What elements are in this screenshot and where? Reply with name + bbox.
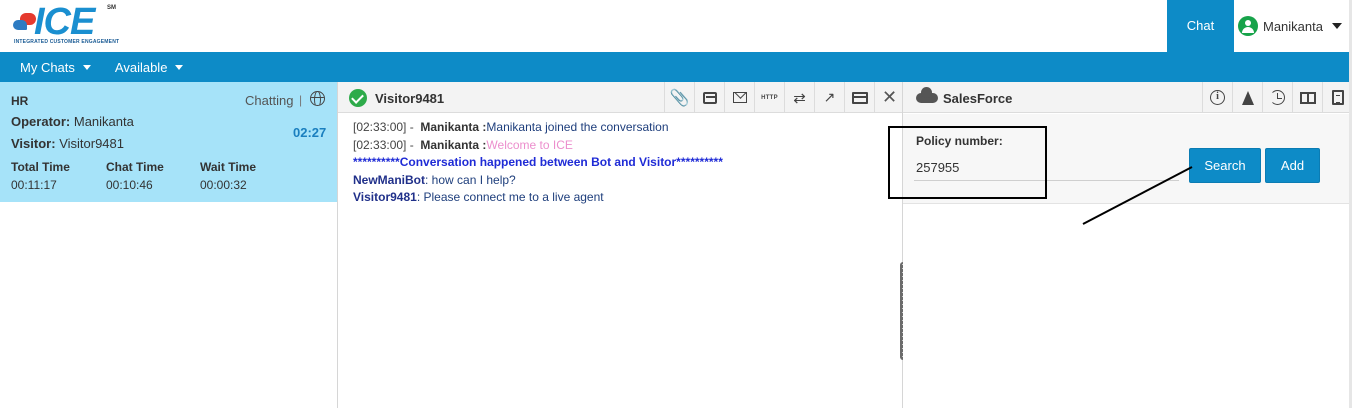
navigate-button[interactable] <box>1232 82 1262 113</box>
transcript-line: [02:33:00] - Manikanta :Welcome to ICE <box>353 137 893 155</box>
annotation-highlight-box <box>888 126 1047 199</box>
clipboard-icon <box>1331 90 1344 105</box>
user-name: Manikanta <box>1263 18 1323 34</box>
card-icon <box>851 91 868 104</box>
chevron-down-icon <box>1331 23 1342 29</box>
trend-button[interactable]: ↗ <box>814 82 844 113</box>
logo-bubble-blue <box>13 20 27 30</box>
chat-time-value: 00:10:46 <box>106 178 153 192</box>
transcript-line: **********Conversation happened between … <box>353 154 893 172</box>
status-separator: | <box>299 93 303 107</box>
total-time-value: 00:11:17 <box>11 178 57 192</box>
transcript-line: [02:33:00] - Manikanta :Manikanta joined… <box>353 119 893 137</box>
chat-time-label: Chat Time <box>106 160 164 174</box>
top-bar: ICE SM INTEGRATED CUSTOMER ENGAGEMENT Ch… <box>0 0 1352 52</box>
history-button[interactable] <box>1262 82 1292 113</box>
logo-sm-mark: SM <box>107 5 116 11</box>
chat-status: Chatting <box>245 93 294 108</box>
message-sender: Manikanta : <box>420 120 487 134</box>
nav-my-chats-label: My Chats <box>20 59 75 75</box>
salesforce-toolbar: i <box>1202 82 1352 113</box>
transfer-button[interactable]: ⇄ <box>784 82 814 113</box>
message-text: Welcome to ICE <box>486 137 573 152</box>
transcript: [02:33:00] - Manikanta :Manikanta joined… <box>353 119 893 207</box>
knowledge-base-button[interactable] <box>1292 82 1322 113</box>
operator-label: Operator: <box>11 114 71 129</box>
transfer-arrows-icon: ⇄ <box>793 89 806 107</box>
wait-time-label: Wait Time <box>200 160 257 174</box>
clipboard-button[interactable] <box>1322 82 1352 113</box>
list-icon <box>702 91 717 104</box>
message-text: : how can I help? <box>425 172 516 187</box>
message-sender: Visitor9481 <box>353 190 417 204</box>
chat-timer: 02:27 <box>293 125 327 140</box>
conversation-panel: Visitor9481 📎 HTTP ⇄ ↗ ✕ [02:33:00] - Ma… <box>338 82 903 408</box>
salesforce-title: SalesForce <box>943 91 1013 106</box>
conversation-header: Visitor9481 📎 HTTP ⇄ ↗ ✕ <box>338 82 902 113</box>
chat-card[interactable]: HR Chatting | Operator: Manikanta Visito… <box>0 82 337 202</box>
ice-logo[interactable]: ICE SM INTEGRATED CUSTOMER ENGAGEMENT <box>10 1 120 49</box>
total-time-label: Total Time <box>11 160 70 174</box>
user-menu[interactable]: Manikanta <box>1238 0 1348 52</box>
message-text: Manikanta joined the conversation <box>486 120 669 134</box>
info-icon: i <box>1210 90 1225 105</box>
transcript-line: Visitor9481: Please connect me to a live… <box>353 189 893 207</box>
add-button[interactable]: Add <box>1265 148 1320 183</box>
history-icon <box>1270 90 1285 105</box>
message-time: [02:33:00] - <box>353 137 414 152</box>
chat-tab[interactable]: Chat <box>1167 0 1234 52</box>
visitor-name: Visitor9481 <box>59 136 124 151</box>
transcript-line: NewManiBot: how can I help? <box>353 172 893 190</box>
canned-responses-button[interactable] <box>694 82 724 113</box>
logo-text: ICE <box>34 1 95 43</box>
chat-queue: HR <box>11 94 29 108</box>
chevron-down-icon <box>175 64 184 70</box>
chevron-down-icon <box>82 64 91 70</box>
info-button[interactable]: i <box>1202 82 1232 113</box>
paperclip-icon: 📎 <box>669 89 690 107</box>
close-conversation-button[interactable]: ✕ <box>874 82 904 113</box>
navigation-icon <box>1241 90 1254 105</box>
visitor-line: Visitor: Visitor9481 <box>11 136 124 151</box>
message-sender: NewManiBot <box>353 172 425 187</box>
operator-line: Operator: Manikanta <box>11 114 134 129</box>
mail-icon <box>732 92 747 103</box>
card-button[interactable] <box>844 82 874 113</box>
http-icon: HTTP <box>761 94 778 101</box>
nav-available[interactable]: Available <box>115 60 184 75</box>
conversation-title: Visitor9481 <box>375 91 445 106</box>
close-icon: ✕ <box>881 87 898 107</box>
user-status-icon <box>1238 16 1258 36</box>
cloud-icon <box>916 87 938 103</box>
wait-time-value: 00:00:32 <box>200 178 247 192</box>
nav-my-chats[interactable]: My Chats <box>20 60 91 75</box>
globe-icon[interactable] <box>310 91 325 106</box>
check-circle-icon <box>349 89 367 107</box>
annotation-arrow <box>1082 166 1193 225</box>
email-button[interactable] <box>724 82 754 113</box>
logo-tagline: INTEGRATED CUSTOMER ENGAGEMENT <box>14 39 120 45</box>
bot-history-banner: **********Conversation happened between … <box>353 155 723 169</box>
salesforce-header: SalesForce i <box>903 82 1349 113</box>
conversation-toolbar: 📎 HTTP ⇄ ↗ ✕ <box>664 82 904 113</box>
visitor-label: Visitor: <box>11 136 56 151</box>
trend-icon: ↗ <box>823 89 836 105</box>
book-icon <box>1299 91 1316 104</box>
chat-list-panel: HR Chatting | Operator: Manikanta Visito… <box>0 82 338 408</box>
operator-name: Manikanta <box>73 114 134 129</box>
message-sender: Manikanta : <box>420 137 487 152</box>
message-text: : Please connect me to a live agent <box>416 190 604 204</box>
nav-bar: My Chats Available <box>0 52 1349 82</box>
message-time: [02:33:00] - <box>353 120 414 134</box>
attach-button[interactable]: 📎 <box>664 82 694 113</box>
nav-available-label: Available <box>114 59 168 75</box>
http-button[interactable]: HTTP <box>754 82 784 113</box>
